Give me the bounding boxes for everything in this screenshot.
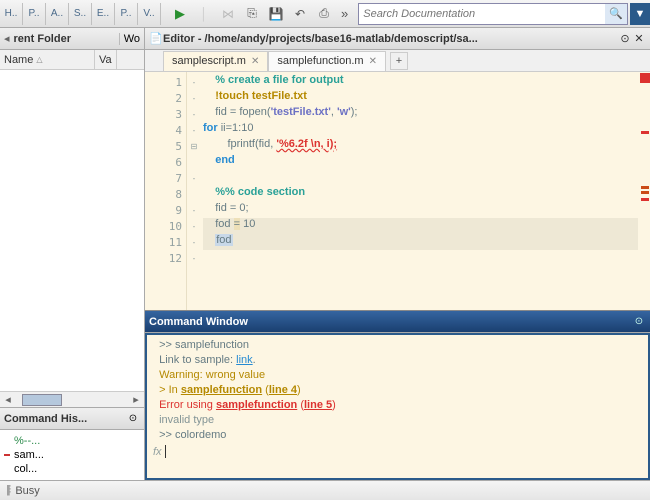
tab-samplescript[interactable]: samplescript.m ✕ — [163, 51, 268, 71]
workspace-title[interactable]: Wo — [119, 33, 140, 45]
ribbon-tab-shortcuts[interactable]: S.. — [69, 3, 92, 25]
history-item[interactable]: sam... — [4, 448, 140, 462]
ribbon-tab-home[interactable]: H.. — [0, 3, 23, 25]
left-column: ◂ rent Folder Wo Name△ Va ◂ ▸ Command Hi… — [0, 28, 145, 480]
line-link[interactable]: line 5 — [304, 399, 332, 411]
document-icon: 📄 — [149, 32, 163, 45]
fx-icon[interactable]: fx — [153, 446, 162, 458]
right-column: 📄 Editor - /home/andy/projects/base16-ma… — [145, 28, 650, 480]
editor-header: 📄 Editor - /home/andy/projects/base16-ma… — [145, 28, 650, 50]
current-folder-header: ◂ rent Folder Wo — [0, 28, 144, 50]
code-area[interactable]: % create a file for output !touch testFi… — [201, 72, 640, 310]
column-value[interactable]: Va — [95, 50, 117, 69]
status-glyph-icon: |||⫶ — [6, 484, 9, 497]
command-window-body[interactable]: >> samplefunction Link to sample: link. … — [145, 333, 650, 480]
ribbon-tab-view[interactable]: V.. — [138, 3, 161, 25]
tab-close-icon[interactable]: ✕ — [369, 56, 377, 67]
undo-icon[interactable]: ↶ — [289, 3, 311, 25]
print-icon[interactable]: ⎙ — [313, 3, 335, 25]
search-icon[interactable]: 🔍 — [605, 4, 627, 24]
marker-column[interactable] — [640, 72, 650, 310]
scroll-thumb[interactable] — [22, 394, 62, 406]
more-arrow-icon[interactable]: » — [341, 6, 348, 21]
command-window-title: Command Window — [149, 316, 628, 328]
status-text: Busy — [15, 485, 39, 497]
command-history-panel: Command His... ⊙ %--... sam... col... — [0, 407, 144, 480]
tab-samplefunction[interactable]: samplefunction.m ✕ — [268, 51, 386, 71]
sort-asc-icon: △ — [36, 55, 42, 64]
file-tabs: samplescript.m ✕ samplefunction.m ✕ + — [145, 50, 650, 72]
command-history-body[interactable]: %--... sam... col... — [0, 430, 144, 480]
line-gutter: 123456789101112 — [145, 72, 187, 310]
ribbon-tabs: H.. P.. A.. S.. E.. P.. V.. — [0, 3, 161, 25]
history-item[interactable]: col... — [4, 462, 140, 476]
chevron-left-icon[interactable]: ◂ — [4, 32, 10, 45]
panel-menu-icon[interactable]: ⊙ — [618, 32, 632, 45]
save-icon[interactable]: 💾 — [265, 3, 287, 25]
new-tab-button[interactable]: + — [390, 52, 408, 70]
column-name[interactable]: Name△ — [0, 50, 95, 69]
fn-link[interactable]: samplefunction — [181, 384, 262, 396]
search-input[interactable] — [359, 6, 605, 22]
folder-body[interactable] — [0, 70, 144, 391]
divider-icon: │ — [193, 3, 215, 25]
panel-menu-icon[interactable]: ⊙ — [126, 412, 140, 426]
status-bar: |||⫶ Busy — [0, 480, 650, 500]
ribbon-tab-apps[interactable]: A.. — [46, 3, 69, 25]
panel-menu-icon[interactable]: ⊙ — [632, 315, 646, 329]
command-history-title: Command His... — [4, 413, 122, 425]
run-icon[interactable]: ▶ — [169, 3, 191, 25]
cursor — [165, 445, 166, 458]
main-area: ◂ rent Folder Wo Name△ Va ◂ ▸ Command Hi… — [0, 28, 650, 480]
fold-column: ----⊟ - ---- — [187, 72, 201, 310]
ribbon-tab-plots[interactable]: P.. — [23, 3, 46, 25]
compare-icon[interactable]: ⎘ — [241, 3, 263, 25]
top-toolbar: H.. P.. A.. S.. E.. P.. V.. ▶ │ ⋈ ⎘ 💾 ↶ … — [0, 0, 650, 28]
editor-title: Editor - /home/andy/projects/base16-matl… — [163, 33, 618, 45]
ribbon-tab-editor[interactable]: E.. — [92, 3, 115, 25]
folder-scrollbar[interactable]: ◂ ▸ — [0, 391, 144, 407]
folder-columns: Name△ Va — [0, 50, 144, 70]
layout-dropdown-icon[interactable]: ▼ — [630, 3, 650, 25]
command-window-panel: Command Window ⊙ >> samplefunction Link … — [145, 310, 650, 480]
current-folder-title: rent Folder — [14, 33, 115, 45]
fn-link[interactable]: samplefunction — [216, 399, 297, 411]
close-icon[interactable]: ✕ — [632, 32, 646, 45]
editor-body: 123456789101112 ----⊟ - ---- % create a … — [145, 72, 650, 310]
link[interactable]: link — [236, 354, 253, 366]
tab-label: samplefunction.m — [277, 55, 363, 67]
step-icon[interactable]: ⋈ — [217, 3, 239, 25]
quick-access-toolbar: ▶ │ ⋈ ⎘ 💾 ↶ ⎙ » — [169, 3, 352, 25]
command-window-header: Command Window ⊙ — [145, 311, 650, 333]
tab-label: samplescript.m — [172, 55, 246, 67]
command-history-header: Command His... ⊙ — [0, 408, 144, 430]
search-box: 🔍 — [358, 3, 628, 25]
tab-close-icon[interactable]: ✕ — [251, 56, 259, 67]
history-item[interactable]: %--... — [4, 434, 140, 448]
scroll-right-icon[interactable]: ▸ — [128, 393, 144, 406]
line-link[interactable]: line 4 — [269, 384, 297, 396]
scroll-left-icon[interactable]: ◂ — [0, 393, 16, 406]
ribbon-tab-publish[interactable]: P.. — [115, 3, 138, 25]
